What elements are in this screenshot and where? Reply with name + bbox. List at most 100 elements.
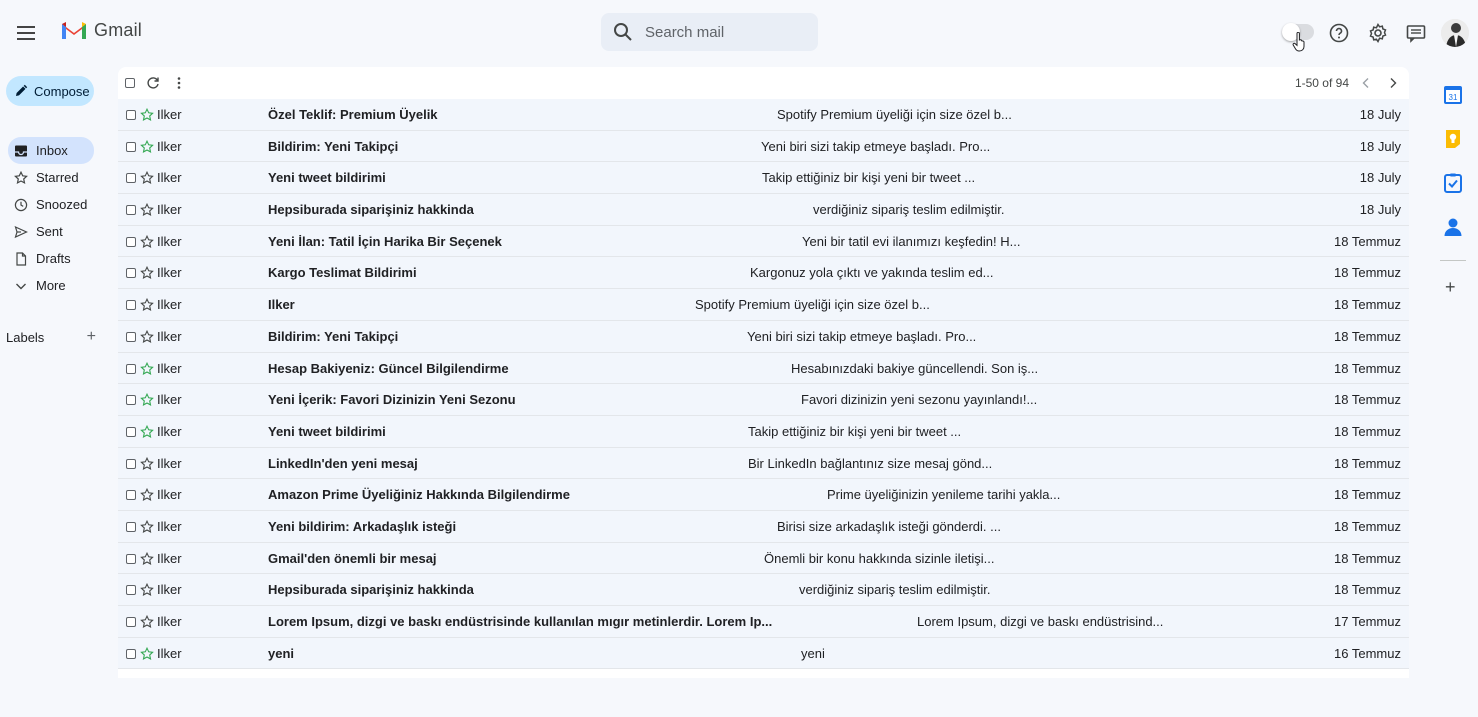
chevron-left-icon[interactable] [1360,76,1372,90]
email-date: 18 July [1359,138,1401,154]
contacts-icon[interactable] [1442,216,1464,238]
star-icon[interactable] [140,266,154,280]
email-date: 18 Temmuz [1334,582,1401,598]
star-icon[interactable] [140,329,154,344]
add-addon-plus-icon[interactable]: + [1445,277,1456,298]
email-row[interactable]: Ilker Özel Teklif: Premium Üyelik Spotify … [118,99,1409,131]
row-checkbox[interactable] [126,205,136,216]
main-menu-button[interactable] [12,19,40,47]
chevron-right-icon[interactable] [1387,76,1399,90]
star-icon[interactable] [140,488,154,502]
star-icon[interactable] [140,234,154,249]
row-checkbox[interactable] [126,395,136,406]
list-toolbar: 1-50 of 94 [118,67,1409,99]
star-icon[interactable] [140,456,154,471]
row-checkbox[interactable] [126,173,136,184]
compose-button[interactable]: Compose [6,76,94,106]
row-checkbox[interactable] [126,648,136,659]
star-icon[interactable] [140,361,154,376]
settings-gear-icon[interactable] [1367,22,1389,44]
sidebar-item-snoozed[interactable]: Snoozed [8,191,118,218]
support-chat-icon[interactable] [1405,22,1427,44]
email-row[interactable]: Ilker Gmail'den önemli bir mesaj Önemli bi… [118,542,1409,575]
refresh-icon[interactable] [146,76,160,90]
sidebar-item-inbox[interactable]: Inbox [8,137,94,164]
email-snippet: Önemli bir konu hakkında sizinle iletişi… [764,550,995,566]
keep-icon[interactable] [1442,128,1464,150]
search-bar[interactable] [601,13,818,51]
email-sender: Ilker [157,138,182,154]
row-checkbox[interactable] [126,363,136,374]
email-row[interactable]: Ilker Bildirim: Yeni Takipçi Yeni biri siz… [118,320,1409,353]
rail-divider [1440,260,1466,261]
sidebar-item-more[interactable]: More [8,272,118,299]
email-row[interactable]: Ilker Yeni bildirim: Arkadaşlık isteği Bir… [118,510,1409,543]
row-checkbox[interactable] [126,110,136,120]
email-row[interactable]: Ilker Bildirim: Yeni Takipçi Yeni biri siz… [118,130,1409,163]
star-icon[interactable] [140,583,154,597]
star-icon[interactable] [140,393,154,407]
email-row[interactable]: Ilker Yeni İlan: Tatil İçin Harika Bir Se… [118,225,1409,258]
gmail-logo[interactable]: Gmail [60,19,142,41]
email-row[interactable]: Ilker Ilker Spotify Premium üyeliği için s… [118,289,1409,321]
account-avatar[interactable] [1441,19,1469,47]
inbox-icon [15,145,27,156]
star-icon[interactable] [140,139,154,154]
email-row[interactable]: Ilker Yeni tweet bildirimi Takip ettiğiniz… [118,415,1409,448]
email-row[interactable]: Ilker Lorem Ipsum, dizgi ve baskı endüstr… [118,606,1409,638]
row-checkbox[interactable] [126,331,136,342]
star-icon[interactable] [140,646,154,661]
email-row[interactable]: Ilker Hesap Bakiyeniz: Güncel Bilgilendir… [118,352,1409,385]
row-checkbox[interactable] [126,490,136,501]
sidebar-item-label: More [36,278,66,293]
star-icon[interactable] [140,424,154,439]
star-icon[interactable] [140,519,154,534]
email-subject: Gmail'den önemli bir mesaj [268,550,437,566]
email-snippet: Takip ettiğiniz bir kişi yeni bir tweet … [748,423,962,439]
email-row[interactable]: Ilker Yeni tweet bildirimi Takip ettiğiniz… [118,162,1409,195]
row-checkbox[interactable] [126,553,136,564]
row-checkbox[interactable] [126,617,136,627]
sidebar-item-starred[interactable]: Starred [8,164,118,191]
email-snippet: Hesabınızdaki bakiye güncellendi. Son iş… [791,360,1039,376]
star-icon[interactable] [140,171,154,185]
row-checkbox[interactable] [126,141,136,152]
email-snippet: Prime üyeliğinizin yenileme tarihi yakla… [827,487,1061,503]
email-row[interactable]: Ilker Hepsiburada siparişiniz hakkinda ver… [118,574,1409,606]
email-row[interactable]: Ilker Kargo Teslimat Bildirimi Kargonuz yo… [118,257,1409,290]
email-date: 18 July [1359,107,1401,122]
search-input[interactable] [645,23,805,41]
row-checkbox[interactable] [126,521,136,532]
email-snippet: Favori dizinizin yeni sezonu yayınlandı!… [801,392,1038,408]
more-vert-icon[interactable] [176,76,182,90]
email-row[interactable]: Ilker Hepsiburada siparişiniz hakkinda ver… [118,194,1409,226]
row-checkbox[interactable] [126,236,136,247]
help-icon[interactable] [1328,22,1350,44]
row-checkbox[interactable] [126,268,136,279]
email-row[interactable]: Ilker Amazon Prime Üyeliğiniz Hakkında Bi… [118,479,1409,511]
search-icon[interactable] [613,22,633,42]
add-label-plus-icon[interactable]: + [87,329,96,345]
tasks-icon[interactable] [1442,172,1464,194]
sidebar-item-drafts[interactable]: Drafts [8,245,118,272]
sidebar-item-sent[interactable]: Sent [8,218,118,245]
row-checkbox[interactable] [126,585,136,596]
star-icon[interactable] [140,551,154,566]
email-row[interactable]: Ilker LinkedIn'den yeni mesaj Bir LinkedIn… [118,447,1409,480]
star-icon[interactable] [140,615,154,629]
row-checkbox[interactable] [126,300,136,311]
email-row[interactable]: Ilker Yeni İçerik: Favori Dizinizin Yeni … [118,384,1409,416]
email-snippet: Takip ettiğiniz bir kişi yeni bir tweet … [762,170,976,186]
select-all-checkbox[interactable] [125,78,135,88]
star-icon[interactable] [140,108,154,122]
row-checkbox[interactable] [126,458,136,469]
star-icon[interactable] [140,298,154,312]
compose-label: Compose [34,83,90,99]
email-row[interactable]: Ilker yeni yeni 16 Temmuz [118,637,1409,670]
email-snippet: Kargonuz yola çıktı ve yakında teslim ed… [750,265,994,281]
row-checkbox[interactable] [126,426,136,437]
star-icon[interactable] [140,203,154,217]
top-bar: Gmail [0,0,1478,66]
email-subject: Bildirim: Yeni Takipçi [268,328,399,344]
calendar-icon[interactable]: 31 [1442,84,1464,106]
